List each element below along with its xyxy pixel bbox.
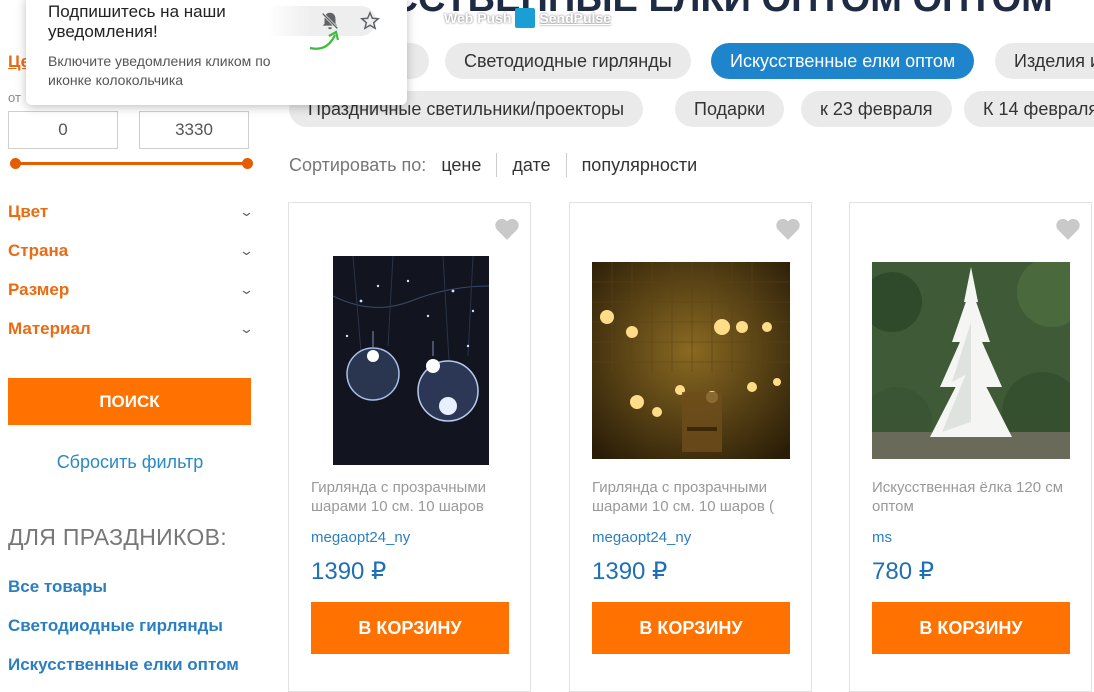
sidebar-link-artificial-trees[interactable]: Искусственные елки оптом	[8, 655, 239, 675]
heart-icon[interactable]	[494, 217, 520, 241]
product-title[interactable]: Гирлянда с прозрачными шарами 10 см. 10 …	[592, 478, 797, 520]
web-push-brand: Web Push SendPulse	[444, 8, 611, 28]
chip-gifts[interactable]: Подарки	[675, 91, 785, 127]
filter-group-size[interactable]: Размер ⌄	[8, 278, 255, 302]
filter-group-country[interactable]: Страна ⌄	[8, 239, 255, 263]
price-slider-track	[14, 162, 248, 165]
product-card: Гирлянда с прозрачными шарами 10 см. 10 …	[288, 202, 531, 692]
popup-text: Включите уведомления кликом по иконке ко…	[48, 53, 271, 88]
chip-artificial-trees[interactable]: Искусственные елки оптом	[711, 43, 975, 79]
star-icon[interactable]	[359, 10, 381, 32]
search-button[interactable]: ПОИСК	[8, 378, 251, 425]
filter-group-label: Материал	[8, 319, 91, 338]
product-image[interactable]	[872, 262, 1070, 459]
add-to-cart-button[interactable]: В КОРЗИНУ	[592, 602, 790, 654]
filter-group-label: Цвет	[8, 202, 49, 221]
chip-led-garlands[interactable]: Светодиодные гирлянды	[445, 43, 691, 79]
product-price: 780 ₽	[872, 558, 934, 585]
product-title[interactable]: Гирлянда с прозрачными шарами 10 см. 10 …	[311, 478, 516, 520]
sort-by-date[interactable]: дате	[497, 155, 565, 176]
product-image[interactable]	[592, 262, 790, 459]
filter-group-color[interactable]: Цвет ⌄	[8, 200, 255, 224]
price-from-label: от	[8, 90, 21, 105]
chip-feb-14[interactable]: К 14 февраля	[964, 91, 1094, 127]
price-slider-min-handle[interactable]	[10, 158, 21, 169]
sort-bar: Сортировать по: цене дате популярности	[289, 153, 712, 177]
chevron-down-icon: ⌄	[238, 282, 255, 297]
chevron-down-icon: ⌄	[238, 321, 255, 336]
sendpulse-link[interactable]: SendPulse	[539, 10, 611, 26]
heart-icon[interactable]	[1055, 217, 1081, 241]
product-seller-link[interactable]: ms	[872, 529, 892, 546]
product-card: Гирлянда с прозрачными шарами 10 см. 10 …	[569, 202, 812, 692]
price-max-input[interactable]: 3330	[139, 111, 249, 149]
product-card: Искусственная ёлка 120 см оптом ms 780 ₽…	[849, 202, 1092, 692]
sort-by-popularity[interactable]: популярности	[567, 155, 713, 176]
chevron-down-icon: ⌄	[238, 243, 255, 258]
notification-popup: Подпишитесь на наши уведомления! Включит…	[26, 0, 407, 105]
reset-filter-link[interactable]: Сбросить фильтр	[0, 452, 260, 473]
chevron-down-icon: ⌄	[238, 204, 255, 219]
heart-icon[interactable]	[775, 217, 801, 241]
add-to-cart-button[interactable]: В КОРЗИНУ	[872, 602, 1070, 654]
product-seller-link[interactable]: megaopt24_ny	[592, 529, 691, 546]
sendpulse-logo-icon	[515, 8, 536, 28]
add-to-cart-button[interactable]: В КОРЗИНУ	[311, 602, 509, 654]
sidebar-link-all-products[interactable]: Все товары	[8, 577, 107, 597]
sort-label: Сортировать по:	[289, 154, 427, 175]
sort-by-price[interactable]: цене	[441, 155, 496, 176]
price-slider-max-handle[interactable]	[242, 158, 253, 169]
chip-products[interactable]: Изделия и	[995, 43, 1094, 79]
product-seller-link[interactable]: megaopt24_ny	[311, 529, 410, 546]
filter-group-material[interactable]: Материал ⌄	[8, 317, 255, 341]
sidebar-link-led-garlands[interactable]: Светодиодные гирлянды	[8, 616, 223, 636]
product-price: 1390 ₽	[592, 558, 668, 585]
product-image[interactable]	[333, 256, 489, 465]
holidays-section-title: ДЛЯ ПРАЗДНИКОВ:	[8, 524, 227, 550]
chip-feb-23[interactable]: к 23 февраля	[801, 91, 952, 127]
filter-group-label: Страна	[8, 241, 69, 260]
arrow-icon	[309, 30, 340, 50]
filter-group-label: Размер	[8, 280, 70, 299]
product-price: 1390 ₽	[311, 558, 387, 585]
popup-title: Подпишитесь на наши уведомления!	[48, 2, 226, 41]
web-push-prefix: Web Push	[444, 10, 512, 26]
product-title[interactable]: Искусственная ёлка 120 см оптом	[872, 478, 1077, 520]
price-min-input[interactable]: 0	[8, 111, 118, 149]
